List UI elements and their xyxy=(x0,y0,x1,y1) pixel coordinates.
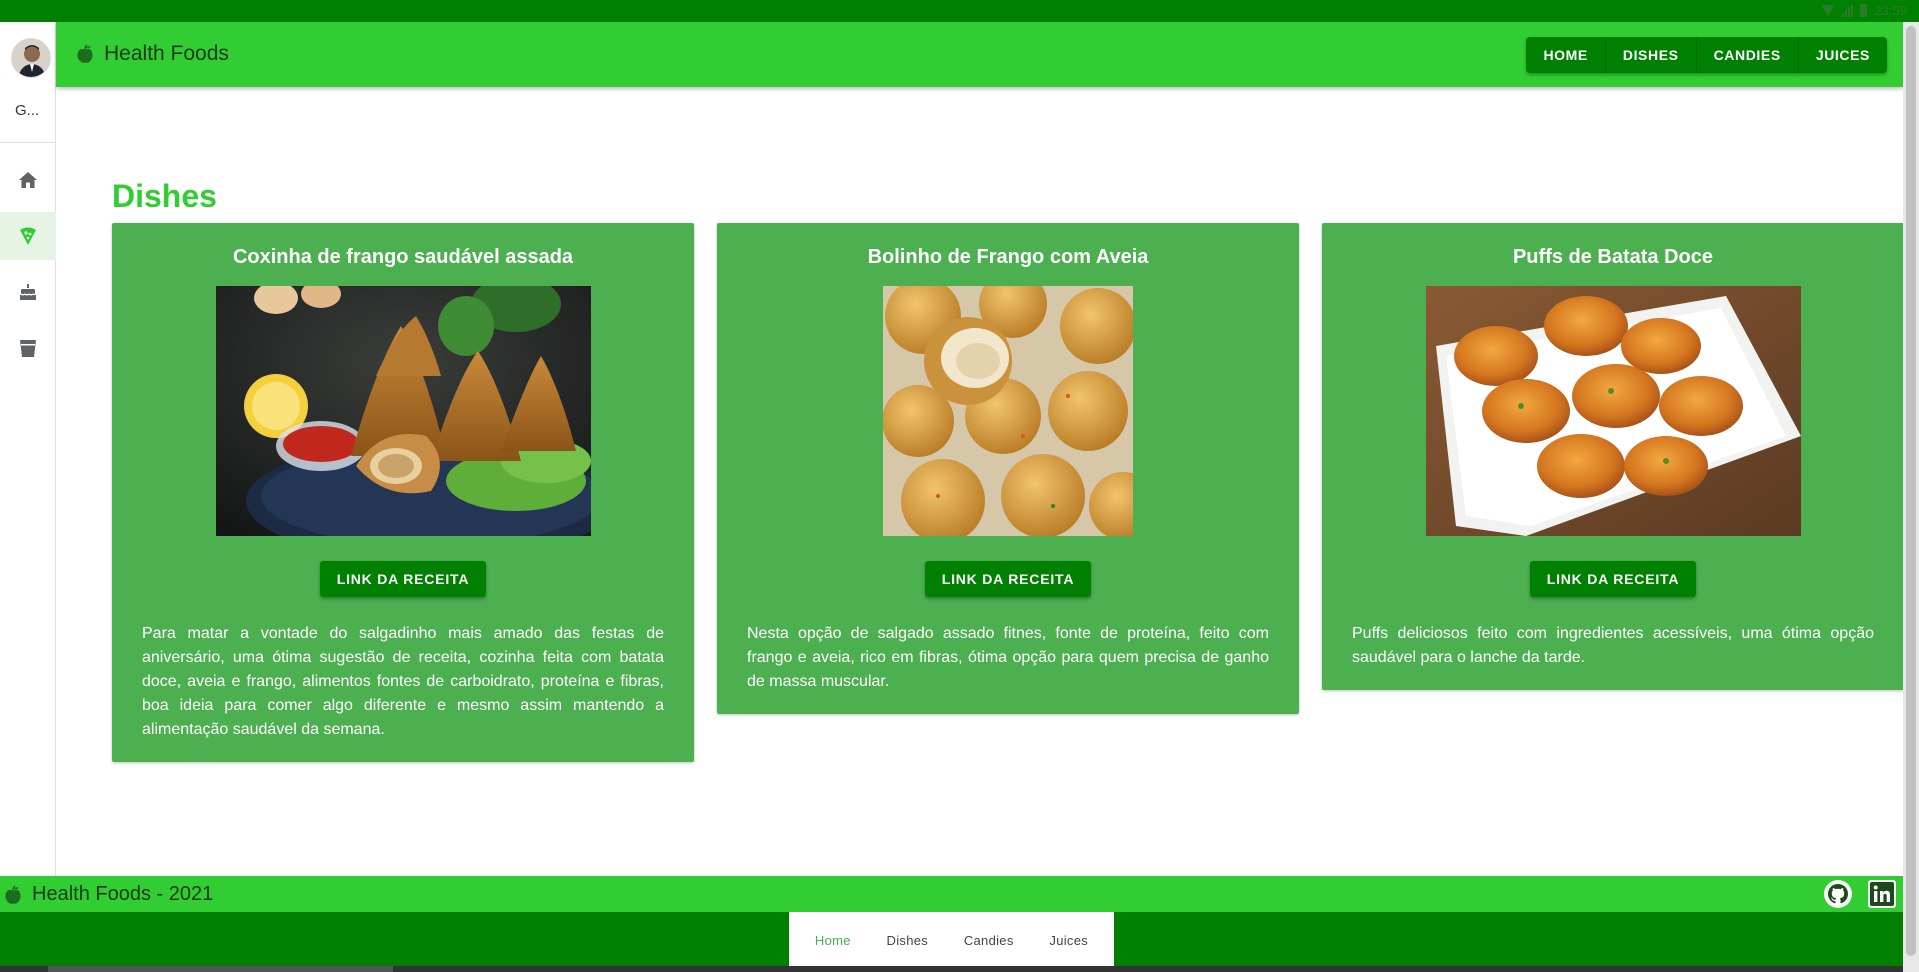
footer-title: Health Foods - 2021 xyxy=(32,883,214,905)
user-name: G... xyxy=(15,102,40,119)
card-title: Puffs de Batata Doce xyxy=(1512,246,1714,268)
dish-card: Bolinho de Frango com Aveia LINK DA RECE xyxy=(717,223,1299,714)
footer-brand: Health Foods - 2021 xyxy=(4,883,213,906)
divider xyxy=(0,142,56,143)
wifi-icon xyxy=(1821,5,1836,16)
rail-item-candies[interactable] xyxy=(0,268,56,316)
nav-candies-button[interactable]: CANDIES xyxy=(1696,37,1799,73)
bottom-area: Home Dishes Candies Juices xyxy=(0,912,1903,972)
bottom-nav-juices[interactable]: Juices xyxy=(1049,933,1088,948)
status-bar: 23:59 xyxy=(0,0,1919,22)
puffs-image xyxy=(1425,286,1801,536)
pizza-icon xyxy=(20,227,36,245)
avatar[interactable] xyxy=(11,38,51,78)
status-time: 23:59 xyxy=(1874,3,1907,18)
dish-card: Coxinha de frango saudável assada LINK D… xyxy=(112,223,694,762)
brand[interactable]: Health Foods xyxy=(76,42,229,66)
coxinha-image xyxy=(215,286,591,536)
recipe-link-button[interactable]: LINK DA RECEITA xyxy=(319,561,487,597)
bottom-nav-home[interactable]: Home xyxy=(815,933,851,948)
github-icon[interactable] xyxy=(1823,879,1853,909)
nav-juices-button[interactable]: JUICES xyxy=(1798,37,1887,73)
vertical-scrollbar[interactable] xyxy=(1903,22,1919,972)
bolinho-image xyxy=(883,286,1133,536)
scrollbar-thumb[interactable] xyxy=(1906,26,1916,956)
top-app-bar: Health Foods HOME DISHES CANDIES JUICES xyxy=(56,22,1903,87)
social-links xyxy=(1823,879,1897,909)
cup-icon xyxy=(20,340,36,357)
footer: Health Foods - 2021 xyxy=(0,876,1903,912)
page-title: Dishes xyxy=(112,178,217,214)
home-icon xyxy=(19,172,37,188)
bottom-nav-dishes[interactable]: Dishes xyxy=(887,933,929,948)
bottom-nav-candies[interactable]: Candies xyxy=(964,933,1014,948)
bottom-navigation: Home Dishes Candies Juices xyxy=(789,912,1114,968)
rail-item-juices[interactable] xyxy=(0,324,56,372)
side-navigation-rail: G... xyxy=(0,22,56,876)
scrollbar-thumb[interactable] xyxy=(48,966,393,972)
signal-icon xyxy=(1842,4,1854,17)
card-description: Puffs deliciosos feito com ingredientes … xyxy=(1352,625,1874,666)
cake-icon xyxy=(20,284,36,300)
apple-icon xyxy=(77,44,93,63)
card-title: Coxinha de frango saudável assada xyxy=(232,246,574,268)
card-title: Bolinho de Frango com Aveia xyxy=(867,246,1149,268)
horizontal-scrollbar[interactable] xyxy=(0,966,1903,972)
app-title: Health Foods xyxy=(104,42,229,65)
dish-card: Puffs de Batata Doce LINK DA RECEITA Puf… xyxy=(1322,223,1904,690)
status-icons: 23:59 xyxy=(1821,3,1907,18)
nav-dishes-button[interactable]: DISHES xyxy=(1605,37,1697,73)
top-nav: HOME DISHES CANDIES JUICES xyxy=(1526,37,1887,73)
battery-icon xyxy=(1860,4,1868,17)
linkedin-icon[interactable] xyxy=(1867,879,1897,909)
card-description: Nesta opção de salgado assado fitnes, fo… xyxy=(747,625,1269,690)
apple-icon xyxy=(5,884,21,904)
rail-item-home[interactable] xyxy=(0,156,56,204)
card-description: Para matar a vontade do salgadinho mais … xyxy=(142,625,664,738)
nav-home-button[interactable]: HOME xyxy=(1526,37,1606,73)
recipe-link-button[interactable]: LINK DA RECEITA xyxy=(924,561,1092,597)
recipe-link-button[interactable]: LINK DA RECEITA xyxy=(1529,561,1697,597)
rail-item-dishes[interactable] xyxy=(0,212,56,260)
